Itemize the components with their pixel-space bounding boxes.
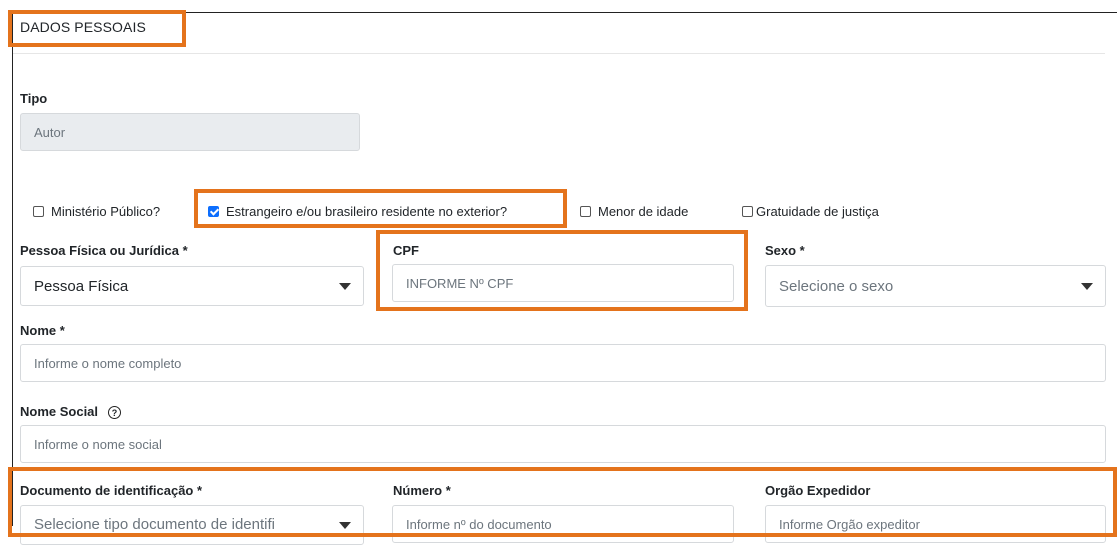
nome-placeholder: Informe o nome completo	[34, 355, 182, 371]
tipo-field: Autor	[20, 113, 360, 151]
nome-label: Nome *	[20, 323, 65, 338]
numero-input[interactable]: Informe nº do documento	[392, 505, 734, 543]
cpf-input[interactable]: INFORME Nº CPF	[392, 264, 734, 302]
question-circle-icon[interactable]: ?	[108, 406, 122, 420]
ministerio-publico-label: Ministério Público?	[51, 204, 161, 219]
form-frame-top-border	[12, 12, 1117, 13]
estrangeiro-checkbox[interactable]	[208, 206, 219, 217]
gratuidade-justica-checkbox[interactable]	[742, 206, 753, 217]
checkbox-estrangeiro[interactable]: Estrangeiro e/ou brasileiro residente no…	[208, 204, 507, 219]
tipo-value: Autor	[34, 124, 66, 140]
checkbox-menor-de-idade[interactable]: Menor de idade	[580, 204, 688, 219]
checkbox-ministerio-publico[interactable]: Ministério Público?	[33, 204, 160, 219]
cpf-label: CPF	[393, 243, 419, 258]
gratuidade-justica-label: Gratuidade de justiça	[756, 204, 879, 219]
cpf-placeholder: INFORME Nº CPF	[406, 275, 514, 291]
checkbox-gratuidade-justica[interactable]: Gratuidade de justiça	[742, 204, 879, 219]
sexo-select[interactable]: Selecione o sexo	[765, 265, 1106, 307]
documento-select[interactable]: Selecione tipo documento de identifi	[20, 505, 364, 545]
nome-social-label: Nome Social	[20, 404, 99, 419]
nome-social-input[interactable]: Informe o nome social	[20, 425, 1106, 463]
sexo-label: Sexo *	[765, 243, 805, 258]
section-title: DADOS PESSOAIS	[20, 19, 146, 35]
pessoa-label: Pessoa Física ou Jurídica *	[20, 243, 188, 258]
section-divider	[13, 53, 1105, 54]
nome-social-label-group: Nome Social?	[20, 404, 122, 420]
pessoa-value: Pessoa Física	[34, 277, 129, 295]
nome-input[interactable]: Informe o nome completo	[20, 344, 1106, 382]
numero-placeholder: Informe nº do documento	[406, 517, 552, 532]
orgao-placeholder: Informe Orgão expeditor	[779, 517, 920, 532]
documento-label: Documento de identificação *	[20, 483, 203, 498]
tipo-label: Tipo	[20, 91, 48, 106]
numero-label: Número *	[393, 483, 451, 498]
menor-de-idade-checkbox[interactable]	[580, 206, 591, 217]
ministerio-publico-checkbox[interactable]	[33, 206, 44, 217]
pessoa-select[interactable]: Pessoa Física	[20, 266, 364, 306]
documento-placeholder: Selecione tipo documento de identifi	[34, 516, 275, 533]
chevron-down-icon	[1081, 283, 1093, 290]
nome-social-placeholder: Informe o nome social	[34, 436, 162, 452]
sexo-placeholder: Selecione o sexo	[779, 277, 894, 295]
orgao-label: Orgão Expedidor	[765, 483, 871, 498]
estrangeiro-label: Estrangeiro e/ou brasileiro residente no…	[226, 204, 508, 219]
chevron-down-icon	[339, 283, 351, 290]
orgao-input[interactable]: Informe Orgão expeditor	[765, 505, 1106, 543]
menor-de-idade-label: Menor de idade	[598, 204, 689, 219]
form-frame-left-border	[12, 12, 13, 526]
